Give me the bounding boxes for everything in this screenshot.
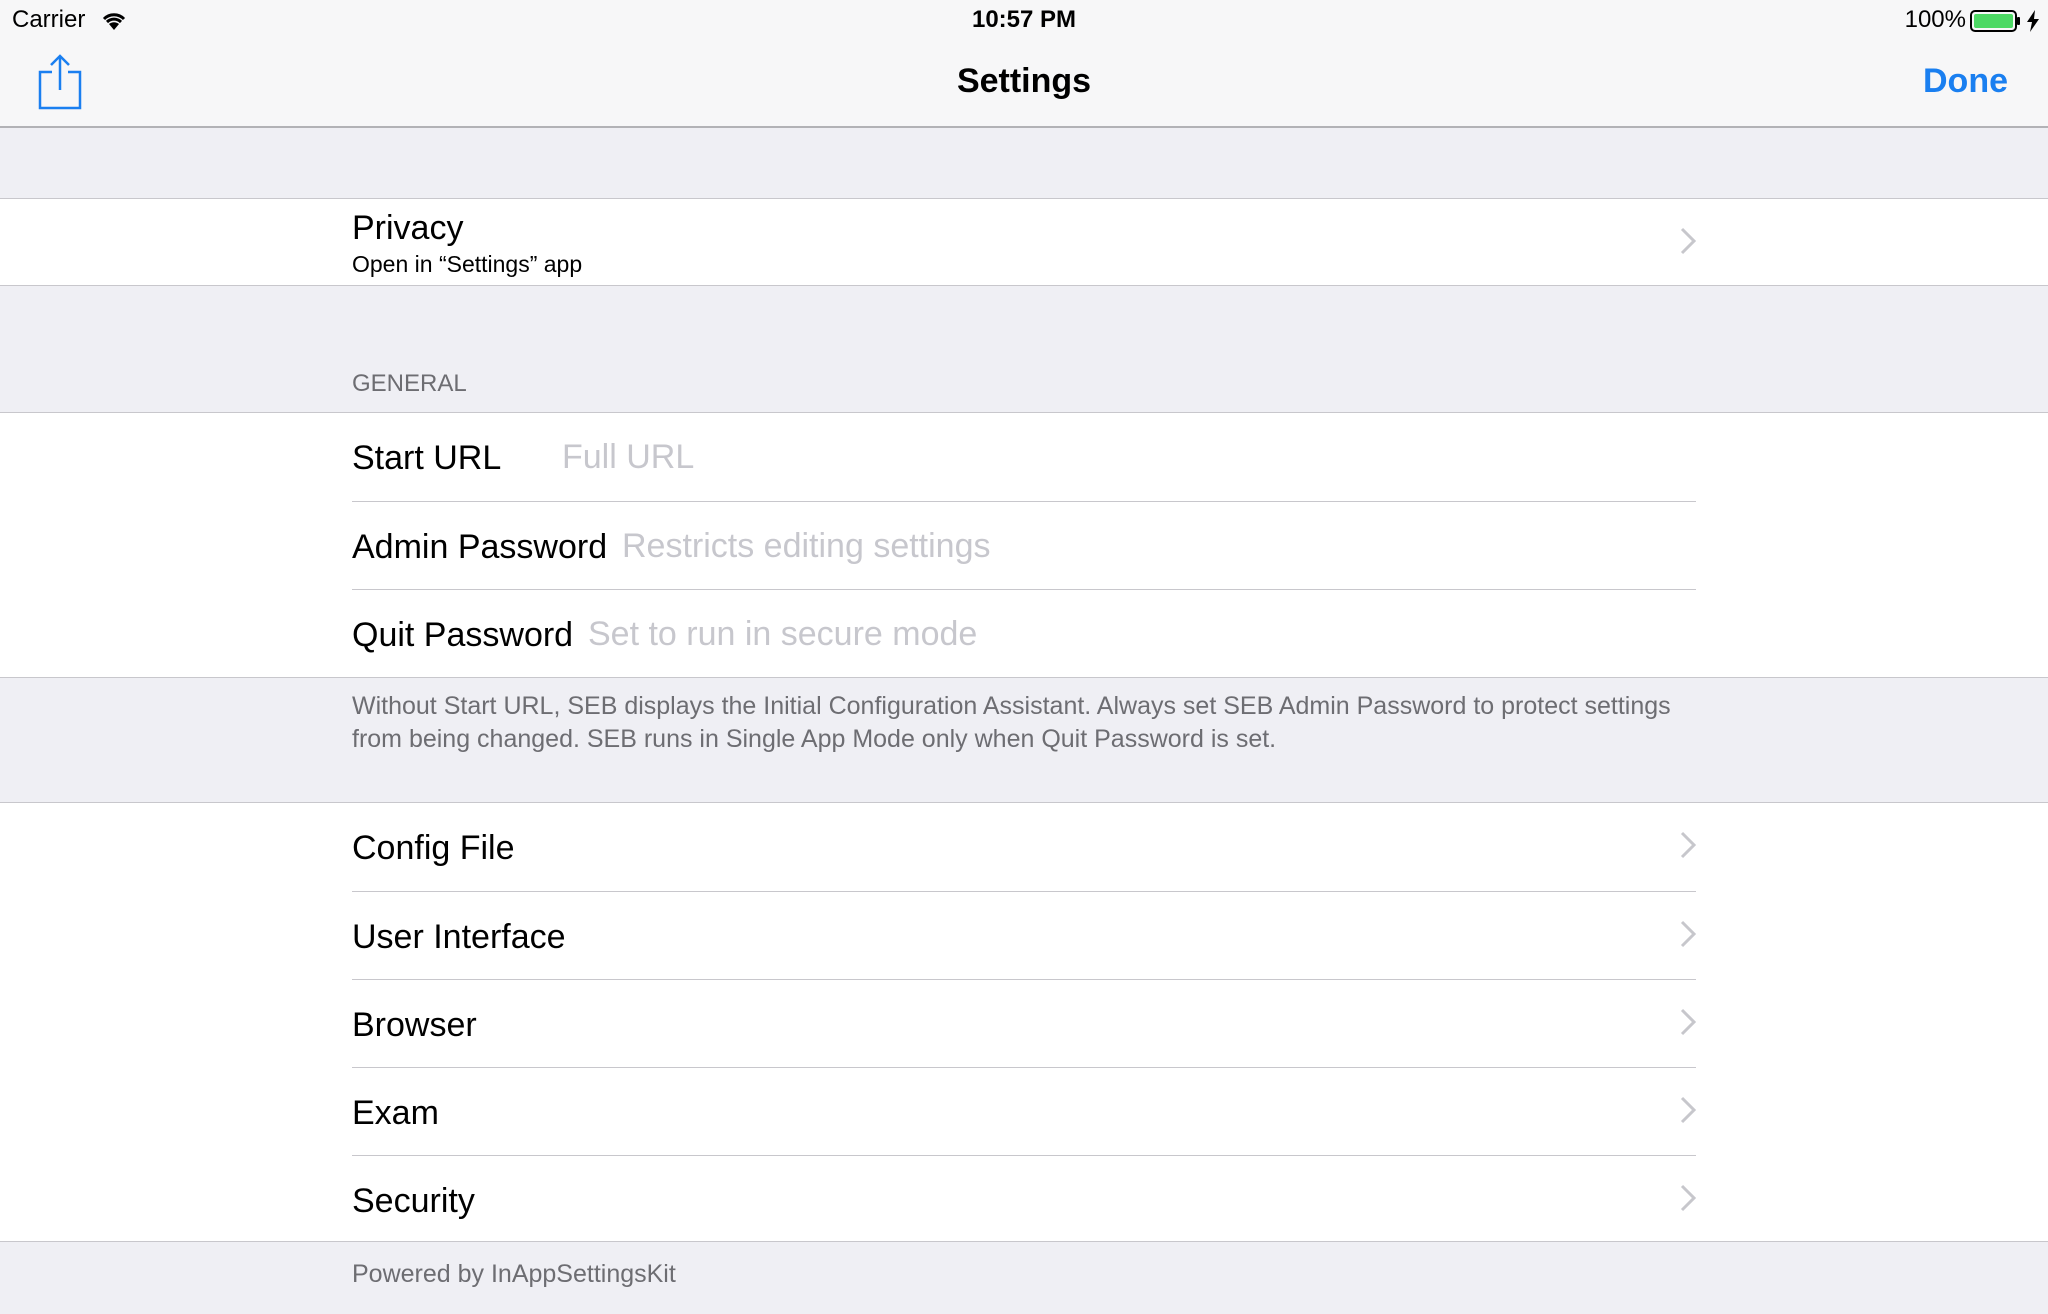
status-bar: Carrier 10:57 PM 100% <box>0 0 2048 42</box>
general-group: Start URL Admin Password Quit Password <box>0 412 2048 678</box>
config-file-row[interactable]: Config File <box>352 803 1696 891</box>
done-button[interactable]: Done <box>1923 62 2008 101</box>
chevron-right-icon <box>1680 1008 1696 1036</box>
chevron-right-icon <box>1680 227 1696 255</box>
clock: 10:57 PM <box>971 6 1077 33</box>
browser-row[interactable]: Browser <box>352 979 1696 1067</box>
admin-password-input[interactable] <box>622 518 1692 574</box>
navigation-bar: Settings Done <box>0 42 2048 128</box>
config-file-label: Config File <box>352 829 515 867</box>
powered-by-footer: Powered by InAppSettingsKit <box>352 1260 676 1288</box>
security-row[interactable]: Security <box>352 1155 1696 1243</box>
start-url-row: Start URL <box>352 413 1696 501</box>
chevron-right-icon <box>1680 831 1696 859</box>
general-section-header: GENERAL <box>352 370 467 397</box>
quit-password-row: Quit Password <box>352 589 1696 677</box>
battery-icon <box>1970 10 2020 32</box>
settings-sections-group: Config File User Interface Browser Exam … <box>0 802 2048 1242</box>
browser-label: Browser <box>352 1006 477 1044</box>
chevron-right-icon <box>1680 1184 1696 1212</box>
exam-row[interactable]: Exam <box>352 1067 1696 1155</box>
user-interface-label: User Interface <box>352 918 566 956</box>
start-url-input[interactable] <box>562 429 1692 485</box>
quit-password-input[interactable] <box>588 606 1692 662</box>
chevron-right-icon <box>1680 1096 1696 1124</box>
general-section-footer: Without Start URL, SEB displays the Init… <box>352 692 1671 753</box>
privacy-title: Privacy <box>352 209 464 247</box>
chevron-right-icon <box>1680 920 1696 948</box>
security-label: Security <box>352 1182 475 1220</box>
privacy-subtitle: Open in “Settings” app <box>352 251 583 277</box>
privacy-row[interactable]: Privacy Open in “Settings” app <box>352 199 1696 287</box>
start-url-label: Start URL <box>352 439 502 477</box>
quit-password-label: Quit Password <box>352 616 574 654</box>
user-interface-row[interactable]: User Interface <box>352 891 1696 979</box>
exam-label: Exam <box>352 1094 439 1132</box>
admin-password-row: Admin Password <box>352 501 1696 589</box>
page-title: Settings <box>956 62 1092 100</box>
charging-icon <box>2027 10 2039 32</box>
privacy-group: Privacy Open in “Settings” app <box>0 198 2048 286</box>
battery-percentage: 100% <box>1904 6 1966 33</box>
admin-password-label: Admin Password <box>352 528 608 566</box>
